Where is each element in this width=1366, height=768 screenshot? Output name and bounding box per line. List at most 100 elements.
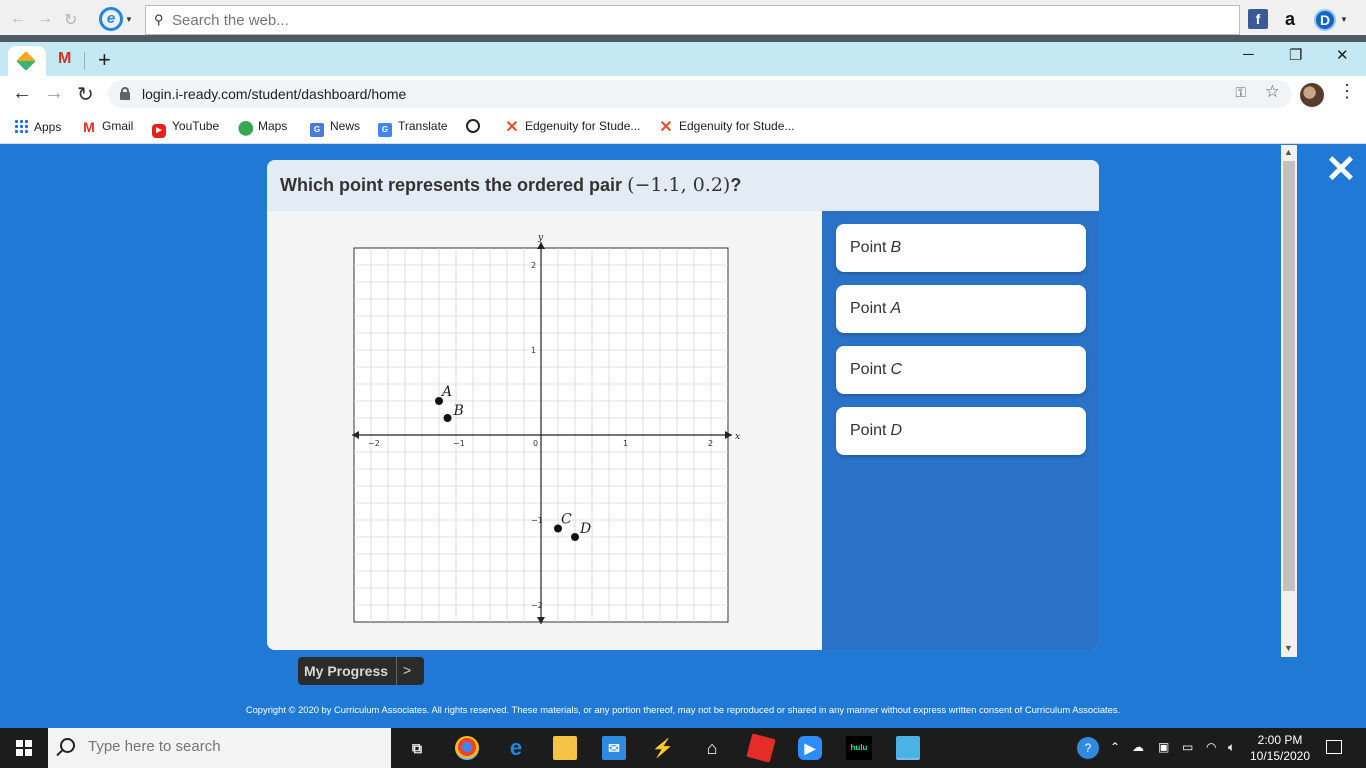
tab-separator: [84, 52, 85, 70]
question-text: Which point represents the ordered pair …: [280, 174, 742, 196]
bookmark-gmail[interactable]: M Gmail: [82, 119, 133, 134]
my-progress-button[interactable]: My Progress >: [298, 657, 424, 685]
y-tick-label: 2: [531, 261, 536, 270]
notification-icon[interactable]: [1326, 740, 1342, 754]
scroll-up-icon[interactable]: ▲: [1284, 147, 1293, 157]
answer-point-c[interactable]: Point C: [836, 346, 1086, 394]
chrome-taskbar-icon[interactable]: [455, 736, 479, 760]
bookmarks-bar: Apps M Gmail ▶ YouTube ⬤ Maps G News G Transl…: [0, 112, 1366, 144]
ie-search-input[interactable]: [172, 10, 1172, 30]
windows-start-icon[interactable]: [16, 740, 32, 756]
clock-time: 2:00 PM: [1257, 733, 1303, 747]
hulu-icon[interactable]: hulu: [846, 736, 872, 760]
help-icon[interactable]: ?: [1077, 737, 1099, 759]
scroll-thumb[interactable]: [1283, 161, 1295, 591]
youtube-icon: ▶: [152, 124, 166, 138]
scroll-down-icon[interactable]: ▼: [1284, 643, 1293, 653]
bookmark-star-icon[interactable]: ☆: [1265, 82, 1280, 102]
point-label-a: A: [440, 384, 452, 400]
ie-refresh-icon[interactable]: ↻: [64, 10, 77, 30]
reload-icon[interactable]: ↻: [77, 82, 94, 107]
copyright-text: Copyright © 2020 by Curriculum Associate…: [245, 704, 1121, 715]
y-tick-label: −2: [531, 601, 543, 610]
my-progress-arrow-icon: >: [403, 662, 412, 678]
store-icon[interactable]: ⌂: [700, 736, 724, 760]
chrome-menu-icon[interactable]: ⋮: [1338, 81, 1356, 102]
bookmark-youtube[interactable]: ▶ YouTube: [152, 119, 219, 138]
roblox-icon[interactable]: [746, 733, 776, 763]
profile-avatar[interactable]: [1300, 83, 1324, 107]
edge-taskbar-icon[interactable]: e: [504, 736, 528, 760]
maps-icon: ⬤: [238, 119, 254, 135]
page-scrollbar[interactable]: ▲ ▼: [1281, 145, 1297, 657]
tray-chevron-icon[interactable]: ⌃: [1110, 740, 1120, 754]
facebook-icon[interactable]: f: [1248, 9, 1268, 29]
origin-label: 0: [533, 439, 538, 448]
taskbar-search-input[interactable]: [88, 738, 368, 755]
tab-gmail[interactable]: M: [52, 46, 80, 76]
battery-icon[interactable]: ▭: [1182, 740, 1193, 754]
new-tab-button[interactable]: +: [98, 47, 111, 73]
security-icon[interactable]: ▣: [1158, 740, 1169, 754]
ie-dropdown-icon[interactable]: ▼: [125, 15, 133, 24]
taskbar-search[interactable]: [48, 728, 391, 768]
file-explorer-icon[interactable]: [553, 736, 577, 760]
ie-logo-icon[interactable]: e: [99, 7, 123, 31]
point-label-c: C: [561, 512, 572, 528]
key-icon[interactable]: ⚿: [1235, 84, 1246, 101]
window-close-button[interactable]: ✕: [1336, 46, 1349, 64]
graph-area: x y −2 −1 1 2 2 1 −1 −2 0 A B C D: [267, 211, 822, 650]
onedrive-icon[interactable]: ☁: [1132, 740, 1144, 754]
gmail-icon: M: [58, 50, 72, 67]
app-blue-icon[interactable]: [896, 736, 920, 760]
zoom-icon[interactable]: ▶: [798, 736, 822, 760]
close-lesson-button[interactable]: ✕: [1325, 151, 1357, 189]
extension-dropdown-icon[interactable]: ▼: [1340, 15, 1348, 24]
search-icon: ⚲: [154, 12, 164, 27]
point-label-b: B: [453, 403, 464, 419]
clock-date: 10/15/2020: [1249, 749, 1311, 763]
tab-iready[interactable]: [8, 46, 46, 76]
bookmark-edgenuity-2[interactable]: ✕ Edgenuity for Stude...: [659, 119, 794, 136]
x-tick-label: 1: [623, 439, 628, 448]
translate-icon: G: [378, 123, 392, 137]
minimize-button[interactable]: ─: [1243, 46, 1254, 63]
d-extension-icon[interactable]: D: [1314, 9, 1336, 31]
bookmark-edgenuity-1[interactable]: ✕ Edgenuity for Stude...: [505, 119, 640, 136]
answer-point-a[interactable]: Point A: [836, 285, 1086, 333]
search-icon: [60, 738, 75, 753]
question-header: Which point represents the ordered pair …: [267, 160, 1099, 211]
toolbar-divider: [0, 35, 1366, 42]
forward-arrow-icon[interactable]: →: [44, 82, 64, 105]
answer-panel: Point B Point A Point C Point D: [822, 211, 1099, 650]
answer-point-b[interactable]: Point B: [836, 224, 1086, 272]
task-view-icon[interactable]: ⧉: [405, 736, 429, 760]
bookmark-translate[interactable]: G Translate: [378, 119, 448, 137]
tab-bar: M + ─ ❐ ✕: [0, 42, 1366, 76]
back-arrow-icon[interactable]: ←: [12, 82, 32, 105]
answer-point-d[interactable]: Point D: [836, 407, 1086, 455]
volume-icon[interactable]: 🔈︎: [1228, 740, 1235, 755]
omnibox[interactable]: login.i-ready.com/student/dashboard/home…: [108, 80, 1292, 108]
apps-icon: [14, 119, 28, 133]
ie-forward-icon[interactable]: →: [37, 10, 53, 28]
my-progress-label: My Progress: [304, 663, 389, 679]
url-text[interactable]: login.i-ready.com/student/dashboard/home: [142, 86, 406, 102]
wifi-icon[interactable]: ◠: [1206, 740, 1216, 754]
mail-icon[interactable]: ✉: [602, 736, 626, 760]
edgenuity-icon: ✕: [659, 119, 673, 136]
amazon-icon[interactable]: a: [1280, 9, 1300, 29]
app-lightning-icon[interactable]: ⚡: [651, 736, 675, 760]
restore-button[interactable]: ❐: [1289, 46, 1302, 64]
y-tick-label: 1: [531, 346, 536, 355]
lock-icon[interactable]: [120, 87, 130, 100]
ie-search-box[interactable]: ⚲: [145, 5, 1240, 35]
edgenuity-icon: ✕: [505, 119, 519, 136]
bookmark-globe[interactable]: [466, 119, 486, 134]
taskbar-clock[interactable]: 2:00 PM 10/15/2020: [1245, 732, 1315, 764]
x-axis-label: x: [735, 432, 740, 442]
bookmark-news[interactable]: G News: [310, 119, 360, 137]
ie-back-icon[interactable]: ←: [10, 10, 26, 28]
bookmark-maps[interactable]: ⬤ Maps: [238, 119, 287, 134]
bookmark-apps[interactable]: Apps: [14, 119, 61, 134]
